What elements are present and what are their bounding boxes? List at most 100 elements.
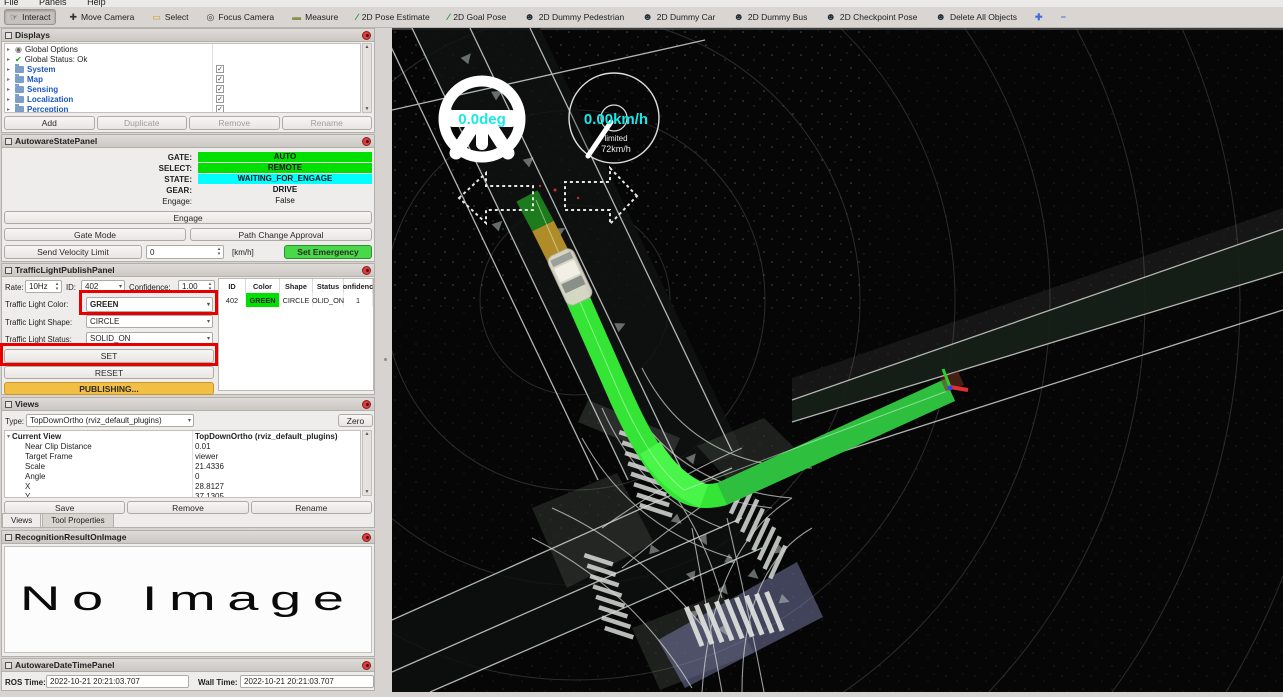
expand-arrow-icon[interactable]: ▸: [7, 56, 12, 63]
tool-focus-camera[interactable]: ◎ Focus Camera: [202, 10, 280, 24]
prop-row[interactable]: X 28.8127: [5, 481, 360, 491]
tool-2d-checkpoint-pose[interactable]: ☻ 2D Checkpoint Pose: [820, 10, 922, 24]
measure-icon: ▬: [292, 13, 301, 22]
rename-button[interactable]: Rename: [251, 501, 372, 514]
add-tool-button[interactable]: ✚: [1030, 11, 1048, 24]
reset-button[interactable]: RESET: [4, 366, 214, 379]
views-title-bar[interactable]: Views: [2, 398, 374, 411]
displays-buttons: Add Duplicate Remove Rename: [4, 116, 372, 130]
map-svg: 0.0deg 0.00km/h limited 72km/h: [392, 28, 1283, 692]
tool-label: 2D Pose Estimate: [362, 12, 430, 22]
rate-input[interactable]: 10Hz: [25, 280, 62, 293]
tree-item-perception[interactable]: ▸ Perception ✓: [5, 104, 360, 113]
prop-row[interactable]: Target Frame viewer: [5, 451, 360, 461]
traffic-table-row[interactable]: 402 GREEN CIRCLE OLID_ON 1: [219, 293, 373, 307]
add-button[interactable]: Add: [4, 116, 95, 130]
set-emergency-button[interactable]: Set Emergency: [284, 245, 372, 259]
ros-time-field[interactable]: 2022-10-21 20:21:03.707: [46, 675, 189, 688]
folder-icon: [15, 96, 24, 103]
tool-label: Interact: [22, 12, 50, 22]
state-title-bar[interactable]: AutowareStatePanel: [2, 135, 374, 148]
expand-arrow-icon[interactable]: ▸: [7, 66, 12, 73]
tool-select[interactable]: ▭ Select: [147, 10, 193, 24]
menu-panels[interactable]: Panels: [39, 0, 67, 7]
traffic-shape-combo[interactable]: CIRCLE: [86, 315, 213, 328]
tree-item-global-status[interactable]: ▸ ✔ Global Status: Ok: [5, 54, 360, 64]
tool-2d-pose-estimate[interactable]: ∕ 2D Pose Estimate: [351, 10, 435, 24]
visibility-checkbox[interactable]: ✓: [216, 95, 224, 103]
type-label: Type:: [5, 417, 24, 426]
dock-splitter[interactable]: [375, 28, 392, 692]
tool-2d-dummy-bus[interactable]: ☻ 2D Dummy Bus: [728, 10, 812, 24]
engage-row: Engage: False: [2, 196, 374, 207]
send-velocity-limit-button[interactable]: Send Velocity Limit: [4, 245, 142, 259]
tool-interact[interactable]: ☞ Interact: [4, 9, 56, 25]
remove-button[interactable]: Remove: [189, 116, 280, 130]
tree-item-map[interactable]: ▸ Map ✓: [5, 74, 360, 84]
visibility-checkbox[interactable]: ✓: [216, 65, 224, 73]
tool-2d-goal-pose[interactable]: ∕ 2D Goal Pose: [443, 10, 511, 24]
prop-row[interactable]: Near Clip Distance 0.01: [5, 441, 360, 451]
menu-file[interactable]: File: [4, 0, 19, 7]
velocity-limit-input[interactable]: 0: [146, 245, 224, 259]
engage-button[interactable]: Engage: [4, 211, 372, 224]
tool-label: 2D Dummy Car: [657, 12, 716, 22]
tree-item-system[interactable]: ▸ System ✓: [5, 64, 360, 74]
tree-item-localization[interactable]: ▸ Localization ✓: [5, 94, 360, 104]
displays-title-bar[interactable]: Displays: [2, 29, 374, 42]
expand-arrow-icon[interactable]: ▸: [7, 106, 12, 113]
traffic-title-bar[interactable]: TrafficLightPublishPanel: [2, 264, 374, 277]
focus-camera-icon: ◎: [207, 13, 215, 22]
prop-row[interactable]: Y 37.1305: [5, 491, 360, 498]
expand-arrow-icon[interactable]: ▸: [7, 96, 12, 103]
expand-arrow-icon[interactable]: ▸: [7, 86, 12, 93]
panel-title: Views: [15, 399, 39, 409]
prop-row[interactable]: Scale 21.4336: [5, 461, 360, 471]
gate-mode-button[interactable]: Gate Mode: [4, 228, 186, 241]
close-icon[interactable]: [362, 31, 371, 40]
rename-button[interactable]: Rename: [282, 116, 373, 130]
visibility-checkbox[interactable]: ✓: [216, 85, 224, 93]
limit-value-text: 72km/h: [601, 144, 631, 154]
wall-time-field[interactable]: 2022-10-21 20:21:03.707: [240, 675, 374, 688]
remove-tool-button[interactable]: −: [1056, 11, 1071, 24]
3d-viewport[interactable]: 0.0deg 0.00km/h limited 72km/h: [392, 28, 1283, 692]
expand-arrow-icon[interactable]: ▸: [7, 76, 12, 83]
move-camera-icon: ✚: [69, 13, 77, 22]
close-icon[interactable]: [362, 400, 371, 409]
views-scrollbar[interactable]: ▲▼: [362, 430, 372, 496]
tool-2d-dummy-pedestrian[interactable]: ☻ 2D Dummy Pedestrian: [519, 10, 629, 24]
visibility-checkbox[interactable]: ✓: [216, 105, 224, 113]
publishing-button[interactable]: PUBLISHING...: [4, 382, 214, 395]
close-icon[interactable]: [362, 137, 371, 146]
prop-row[interactable]: Angle 0: [5, 471, 360, 481]
engage-label: Engage:: [162, 197, 192, 206]
prop-key: Near Clip Distance: [5, 442, 92, 451]
current-view-row[interactable]: ▾ Current View TopDownOrtho (rviz_defaul…: [5, 431, 360, 441]
datetime-title-bar[interactable]: AutowareDateTimePanel: [2, 659, 374, 672]
menu-bar: File Panels Help: [0, 0, 1283, 7]
tool-move-camera[interactable]: ✚ Move Camera: [64, 10, 139, 24]
close-icon[interactable]: [362, 533, 371, 542]
displays-scrollbar[interactable]: ▲▼: [362, 43, 372, 113]
tool-delete-all-objects[interactable]: ☻ Delete All Objects: [930, 10, 1022, 24]
close-icon[interactable]: [362, 266, 371, 275]
zero-button[interactable]: Zero: [338, 414, 373, 427]
duplicate-button[interactable]: Duplicate: [97, 116, 188, 130]
menu-help[interactable]: Help: [87, 0, 106, 7]
tree-item-sensing[interactable]: ▸ Sensing ✓: [5, 84, 360, 94]
remove-button[interactable]: Remove: [127, 501, 248, 514]
recognition-title-bar[interactable]: RecognitionResultOnImage: [2, 531, 374, 544]
visibility-checkbox[interactable]: ✓: [216, 75, 224, 83]
tool-measure[interactable]: ▬ Measure: [287, 10, 343, 24]
tree-item-global-options[interactable]: ▸ ◉ Global Options: [5, 44, 360, 54]
path-change-approval-button[interactable]: Path Change Approval: [190, 228, 372, 241]
select-label: SELECT:: [159, 164, 192, 173]
tool-2d-dummy-car[interactable]: ☻ 2D Dummy Car: [637, 10, 720, 24]
view-type-combo[interactable]: TopDownOrtho (rviz_default_plugins): [26, 414, 194, 427]
expand-arrow-icon[interactable]: ▸: [7, 46, 12, 53]
tab-tool-properties[interactable]: Tool Properties: [42, 513, 113, 527]
close-icon[interactable]: [362, 661, 371, 670]
tab-views[interactable]: Views: [2, 513, 41, 527]
tree-item-label: Perception: [27, 105, 68, 114]
